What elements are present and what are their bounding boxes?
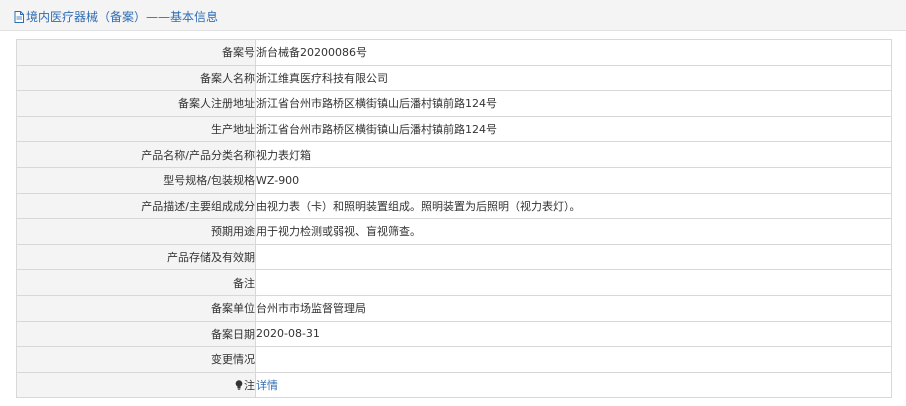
lightbulb-icon xyxy=(235,380,243,390)
field-value: 用于视力检测或弱视、盲视筛查。 xyxy=(255,218,892,245)
note-label-cell: 注 xyxy=(16,371,256,399)
table-row: 备案号 浙台械备20200086号 xyxy=(16,39,892,66)
table-row: 变更情况 xyxy=(16,346,892,373)
field-value: WZ-900 xyxy=(255,166,892,194)
table-row: 备案人名称 浙江维真医疗科技有限公司 xyxy=(16,64,892,92)
table-row: 产品存储及有效期 xyxy=(16,243,892,271)
field-label: 备案日期 xyxy=(16,320,256,348)
table-row: 备案人注册地址 浙江省台州市路桥区横街镇山后潘村镇前路124号 xyxy=(16,90,892,117)
field-value: 浙江省台州市路桥区横街镇山后潘村镇前路124号 xyxy=(255,90,892,117)
field-label: 变更情况 xyxy=(16,346,256,373)
table-row: 产品名称/产品分类名称 视力表灯箱 xyxy=(16,141,892,168)
field-label: 预期用途 xyxy=(16,218,256,245)
table-row: 生产地址 浙江省台州市路桥区横街镇山后潘村镇前路124号 xyxy=(16,115,892,143)
field-value xyxy=(255,269,892,296)
field-value: 由视力表（卡）和照明装置组成。照明装置为后照明（视力表灯）。 xyxy=(255,192,892,220)
table-row: 备案单位 台州市市场监督管理局 xyxy=(16,294,892,322)
info-table: 备案号 浙台械备20200086号 备案人名称 浙江维真医疗科技有限公司 备案人… xyxy=(16,39,892,399)
field-label: 型号规格/包装规格 xyxy=(16,166,256,194)
field-label: 备案人注册地址 xyxy=(16,90,256,117)
details-link[interactable]: 详情 xyxy=(257,379,279,392)
table-row: 产品描述/主要组成成分 由视力表（卡）和照明装置组成。照明装置为后照明（视力表灯… xyxy=(16,192,892,220)
field-label: 备案人名称 xyxy=(16,64,256,92)
field-label: 生产地址 xyxy=(16,115,256,143)
note-row: 注 详情 xyxy=(16,371,892,399)
document-icon xyxy=(14,10,24,23)
field-label: 产品名称/产品分类名称 xyxy=(16,141,256,168)
field-label: 备案号 xyxy=(16,39,256,66)
field-value: 视力表灯箱 xyxy=(255,141,892,168)
table-row: 型号规格/包装规格 WZ-900 xyxy=(16,166,892,194)
note-label: 注 xyxy=(244,379,255,393)
note-value-cell: 详情 xyxy=(255,371,892,399)
field-value: 台州市市场监督管理局 xyxy=(255,294,892,322)
field-value xyxy=(255,243,892,271)
page-title: 境内医疗器械（备案）——基本信息 xyxy=(14,8,218,25)
field-label: 备注 xyxy=(16,269,256,296)
page-header: 境内医疗器械（备案）——基本信息 xyxy=(0,0,906,31)
field-value: 浙台械备20200086号 xyxy=(255,39,892,66)
field-label: 备案单位 xyxy=(16,294,256,322)
table-row: 备案日期 2020-08-31 xyxy=(16,320,892,348)
page-title-text: 境内医疗器械（备案）——基本信息 xyxy=(26,10,219,24)
field-value: 浙江省台州市路桥区横街镇山后潘村镇前路124号 xyxy=(255,115,892,143)
table-row: 备注 xyxy=(16,269,892,296)
field-label: 产品存储及有效期 xyxy=(16,243,256,271)
field-value: 2020-08-31 xyxy=(255,320,892,348)
field-label: 产品描述/主要组成成分 xyxy=(16,192,256,220)
field-value xyxy=(255,346,892,373)
table-row: 预期用途 用于视力检测或弱视、盲视筛查。 xyxy=(16,218,892,245)
field-value: 浙江维真医疗科技有限公司 xyxy=(255,64,892,92)
